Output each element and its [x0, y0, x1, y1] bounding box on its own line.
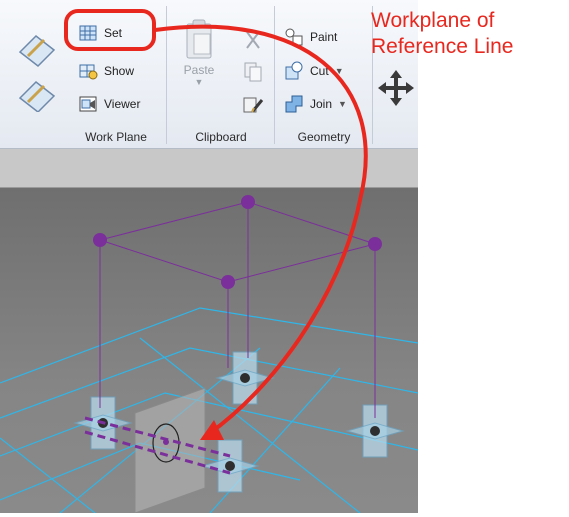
annotation-line-2: Reference Line — [371, 35, 514, 58]
annotation-label: Workplane of Reference Line — [371, 8, 569, 60]
callout-arrow — [154, 24, 368, 435]
annotation-line-1: Workplane of — [371, 9, 495, 32]
set-button-highlight — [64, 9, 156, 51]
annotation-overlay — [64, 9, 368, 440]
